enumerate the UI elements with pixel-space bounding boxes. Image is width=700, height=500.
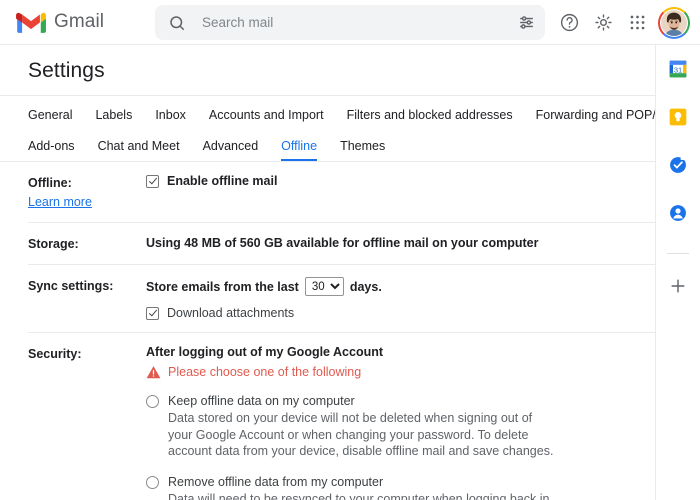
tab-chat-and-meet[interactable]: Chat and Meet bbox=[98, 139, 180, 161]
remove-option-body: Remove offline data from my computer Dat… bbox=[168, 474, 633, 500]
search-input[interactable] bbox=[200, 14, 507, 31]
tab-filters-and-blocked-addresses[interactable]: Filters and blocked addresses bbox=[347, 108, 513, 130]
gmail-settings-window: Gmail Search mail Settings General Label… bbox=[0, 0, 700, 500]
tab-add-ons[interactable]: Add-ons bbox=[28, 139, 75, 161]
security-value-cell: After logging out of my Google Account P… bbox=[146, 345, 655, 500]
enable-offline-mail-row[interactable]: Enable offline mail bbox=[146, 174, 633, 188]
sync-settings-label: Sync settings: bbox=[28, 279, 114, 293]
keep-option-title: Keep offline data on my computer bbox=[168, 394, 355, 408]
security-option-remove[interactable]: Remove offline data from my computer Dat… bbox=[146, 474, 633, 500]
header-actions bbox=[552, 0, 692, 45]
svg-text:31: 31 bbox=[674, 65, 682, 74]
tab-offline[interactable]: Offline bbox=[281, 139, 317, 161]
page-title: Settings bbox=[28, 59, 105, 82]
search-bar[interactable] bbox=[155, 5, 545, 40]
sync-value-cell: Store emails from the last 30 days. Down… bbox=[146, 277, 655, 320]
google-contacts-icon[interactable] bbox=[668, 203, 688, 223]
tab-general[interactable]: General bbox=[28, 108, 72, 130]
security-heading: After logging out of my Google Account bbox=[146, 345, 384, 359]
download-attachments-label: Download attachments bbox=[167, 306, 295, 320]
learn-more-link[interactable]: Learn more bbox=[28, 194, 146, 210]
download-attachments-row[interactable]: Download attachments bbox=[146, 306, 633, 320]
storage-value-cell: Using 48 MB of 560 GB available for offl… bbox=[146, 235, 655, 252]
radio-remove-offline-data[interactable] bbox=[146, 475, 159, 489]
sync-days-row: Store emails from the last 30 days. bbox=[146, 277, 633, 296]
security-warning: Please choose one of the following bbox=[146, 365, 633, 379]
warning-triangle-icon bbox=[146, 366, 161, 379]
side-panel: 31 bbox=[655, 45, 700, 500]
sync-days-select[interactable]: 30 bbox=[304, 277, 344, 296]
offline-value-cell: Enable offline mail bbox=[146, 174, 655, 210]
download-attachments-checkbox[interactable] bbox=[146, 306, 159, 320]
tab-inbox[interactable]: Inbox bbox=[155, 108, 186, 130]
keep-option-body: Keep offline data on my computer Data st… bbox=[168, 393, 633, 460]
tab-accounts-and-import[interactable]: Accounts and Import bbox=[209, 108, 324, 130]
row-storage: Storage: Using 48 MB of 560 GB available… bbox=[28, 223, 655, 265]
settings-rows: Offline: Learn more Enable offline mail … bbox=[0, 162, 655, 500]
tab-advanced[interactable]: Advanced bbox=[203, 139, 259, 161]
avatar-photo bbox=[661, 9, 687, 36]
remove-option-title: Remove offline data from my computer bbox=[168, 474, 384, 489]
enable-offline-mail-checkbox[interactable] bbox=[146, 174, 159, 188]
security-warning-text: Please choose one of the following bbox=[168, 365, 362, 379]
search-icon bbox=[170, 15, 185, 30]
google-tasks-icon[interactable] bbox=[668, 155, 688, 175]
remove-option-desc: Data will need to be resynced to your co… bbox=[168, 491, 550, 500]
apps-grid-icon[interactable] bbox=[620, 6, 654, 40]
tabs-row-2: Add-ons Chat and Meet Advanced Offline T… bbox=[28, 130, 655, 161]
settings-content: Settings General Labels Inbox Accounts a… bbox=[0, 45, 686, 500]
offline-label: Offline: bbox=[28, 176, 72, 190]
row-offline: Offline: Learn more Enable offline mail bbox=[28, 162, 655, 223]
row-security: Security: After logging out of my Google… bbox=[28, 333, 655, 500]
tabs-row-1: General Labels Inbox Accounts and Import… bbox=[28, 96, 686, 130]
gear-icon[interactable] bbox=[586, 6, 620, 40]
gmail-wordmark: Gmail bbox=[54, 11, 105, 32]
storage-label: Storage: bbox=[28, 237, 79, 251]
tab-labels[interactable]: Labels bbox=[95, 108, 132, 130]
tune-filter-icon[interactable] bbox=[507, 5, 545, 40]
google-keep-icon[interactable] bbox=[668, 107, 688, 127]
avatar-inner bbox=[660, 8, 688, 37]
google-calendar-icon[interactable]: 31 bbox=[668, 59, 688, 79]
sync-prefix-text: Store emails from the last bbox=[146, 279, 299, 294]
storage-text: Using 48 MB of 560 GB available for offl… bbox=[146, 236, 539, 250]
avatar[interactable] bbox=[658, 6, 690, 39]
offline-label-cell: Offline: Learn more bbox=[28, 174, 146, 210]
enable-offline-mail-label: Enable offline mail bbox=[167, 174, 278, 188]
radio-keep-offline-data[interactable] bbox=[146, 395, 159, 408]
settings-tabs: General Labels Inbox Accounts and Import… bbox=[0, 95, 686, 162]
tab-themes[interactable]: Themes bbox=[340, 139, 385, 161]
add-side-app-icon[interactable] bbox=[668, 276, 688, 296]
row-sync-settings: Sync settings: Store emails from the las… bbox=[28, 265, 655, 333]
app-header: Gmail bbox=[0, 0, 700, 45]
keep-option-desc: Data stored on your device will not be d… bbox=[168, 411, 554, 458]
security-option-keep[interactable]: Keep offline data on my computer Data st… bbox=[146, 393, 633, 460]
sync-suffix-text: days. bbox=[349, 279, 382, 294]
gmail-brand[interactable]: Gmail bbox=[16, 11, 104, 34]
help-icon[interactable] bbox=[552, 6, 586, 40]
gmail-logo-icon bbox=[16, 12, 46, 33]
security-label: Security: bbox=[28, 347, 82, 361]
side-panel-divider bbox=[667, 253, 689, 254]
